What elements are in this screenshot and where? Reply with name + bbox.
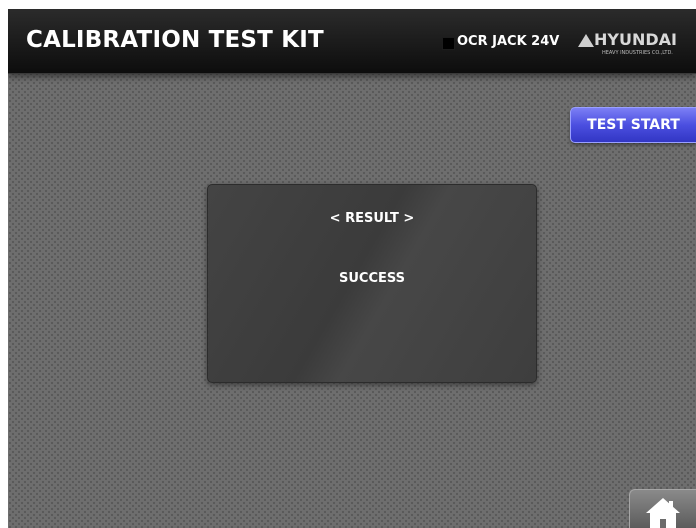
- home-icon: [646, 498, 680, 528]
- app-title: CALIBRATION TEST KIT: [26, 27, 324, 53]
- logo-subtext: HEAVY INDUSTRIES CO.,LTD.: [602, 50, 673, 56]
- status-indicator-icon: [442, 37, 455, 50]
- header-bar: CALIBRATION TEST KIT OCR JACK 24V HYUNDA…: [8, 9, 696, 74]
- result-panel: < RESULT > SUCCESS: [207, 184, 537, 383]
- result-heading: < RESULT >: [329, 211, 415, 226]
- hyundai-logo: HYUNDAI HEAVY INDUSTRIES CO.,LTD.: [578, 29, 688, 59]
- hyundai-logo-icon: [578, 34, 594, 47]
- result-value: SUCCESS: [338, 271, 406, 286]
- device-label: OCR JACK 24V: [457, 34, 560, 49]
- home-button[interactable]: [629, 489, 696, 528]
- app-screen: CALIBRATION TEST KIT OCR JACK 24V HYUNDA…: [8, 9, 696, 528]
- test-start-button[interactable]: TEST START: [570, 107, 696, 143]
- logo-text: HYUNDAI: [594, 30, 677, 49]
